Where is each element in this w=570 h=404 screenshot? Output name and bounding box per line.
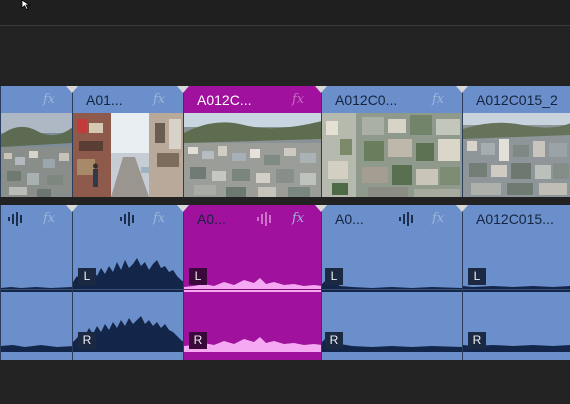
fx-badge-icon[interactable]: fx xyxy=(43,92,55,107)
left-channel-label: L xyxy=(189,268,207,285)
track-gap xyxy=(0,197,570,205)
clip-header: A012C... fx xyxy=(184,86,321,113)
right-channel-label: R xyxy=(325,332,343,349)
edit-point-marker[interactable] xyxy=(315,205,327,212)
channel-divider xyxy=(73,289,183,290)
clip-thumbnail xyxy=(184,113,321,197)
clip-thumbnail xyxy=(322,113,462,197)
waveform-right-channel xyxy=(322,336,462,352)
mouse-cursor-icon xyxy=(21,0,31,10)
waveform-icon xyxy=(257,212,271,226)
video-clip[interactable]: fx xyxy=(0,86,72,197)
edit-point-marker[interactable] xyxy=(456,86,468,93)
clip-title: A0... xyxy=(335,211,364,227)
video-clip-selected[interactable]: A012C... fx xyxy=(183,86,321,197)
clip-title: A012C0... xyxy=(335,92,398,108)
fx-badge-icon[interactable]: fx xyxy=(292,92,304,107)
video-clip[interactable]: A012C0... fx xyxy=(321,86,462,197)
waveform-left-channel xyxy=(322,278,462,292)
channel-divider xyxy=(184,289,321,290)
clip-title: A0... xyxy=(197,211,226,227)
clip-header: A01... fx xyxy=(73,86,183,113)
left-channel-label: L xyxy=(325,268,343,285)
audio-clip[interactable]: fx L R xyxy=(72,205,183,360)
left-channel-label: L xyxy=(468,268,486,285)
clip-title: A012C... xyxy=(197,92,252,108)
audio-clip-selected[interactable]: A0... fx L R xyxy=(183,205,321,360)
fx-badge-icon[interactable]: fx xyxy=(432,92,444,107)
right-channel-label: R xyxy=(189,332,207,349)
video-clip[interactable]: A012C015_2 xyxy=(462,86,570,197)
top-panel xyxy=(0,0,570,25)
video-track: fx A01... fx A012C... fx A012C0... fx A0… xyxy=(0,86,570,197)
clip-title: A012C015_2 xyxy=(476,92,558,108)
audio-clip[interactable]: A012C015... L R xyxy=(462,205,570,360)
timeline: fx A01... fx A012C... fx A012C0... fx A0… xyxy=(0,86,570,360)
channel-divider xyxy=(1,289,72,290)
left-channel-label: L xyxy=(78,268,96,285)
clip-thumbnail xyxy=(463,113,570,197)
waveform-icon xyxy=(120,212,134,226)
clip-header: fx xyxy=(1,86,72,113)
waveform-left-channel xyxy=(1,287,72,292)
clip-header: A012C015_2 xyxy=(463,86,570,113)
clip-thumbnail xyxy=(73,113,183,197)
fx-badge-icon[interactable]: fx xyxy=(153,92,165,107)
edit-point-marker[interactable] xyxy=(315,86,327,93)
audio-clip[interactable]: fx xyxy=(0,205,72,360)
clip-title: A01... xyxy=(86,92,123,108)
clip-header: fx xyxy=(1,205,72,232)
clip-header: fx xyxy=(73,205,183,232)
edit-point-marker[interactable] xyxy=(177,86,189,93)
panel-divider xyxy=(0,25,570,26)
fx-badge-icon[interactable]: fx xyxy=(43,211,55,226)
clip-thumbnail xyxy=(1,113,72,197)
clip-header: A0... fx xyxy=(184,205,321,232)
edit-point-marker[interactable] xyxy=(177,205,189,212)
waveform-icon xyxy=(8,212,22,226)
fx-badge-icon[interactable]: fx xyxy=(153,211,165,226)
audio-track: fx fx L R A0... fx L R A0... fx L R A012… xyxy=(0,205,570,360)
fx-badge-icon[interactable]: fx xyxy=(292,211,304,226)
channel-divider xyxy=(322,289,462,290)
clip-header: A012C0... fx xyxy=(322,86,462,113)
timeline-empty-area xyxy=(0,360,570,404)
clip-title: A012C015... xyxy=(476,211,554,227)
right-channel-label: R xyxy=(78,332,96,349)
right-channel-label: R xyxy=(468,332,486,349)
waveform-icon xyxy=(399,212,413,226)
clip-header: A012C015... xyxy=(463,205,570,232)
channel-divider xyxy=(463,289,570,290)
clip-header: A0... fx xyxy=(322,205,462,232)
waveform-right-channel xyxy=(1,345,72,352)
edit-point-marker[interactable] xyxy=(66,86,78,93)
video-clip[interactable]: A01... fx xyxy=(72,86,183,197)
fx-badge-icon[interactable]: fx xyxy=(432,211,444,226)
edit-point-marker[interactable] xyxy=(66,205,78,212)
audio-clip[interactable]: A0... fx L R xyxy=(321,205,462,360)
edit-point-marker[interactable] xyxy=(456,205,468,212)
